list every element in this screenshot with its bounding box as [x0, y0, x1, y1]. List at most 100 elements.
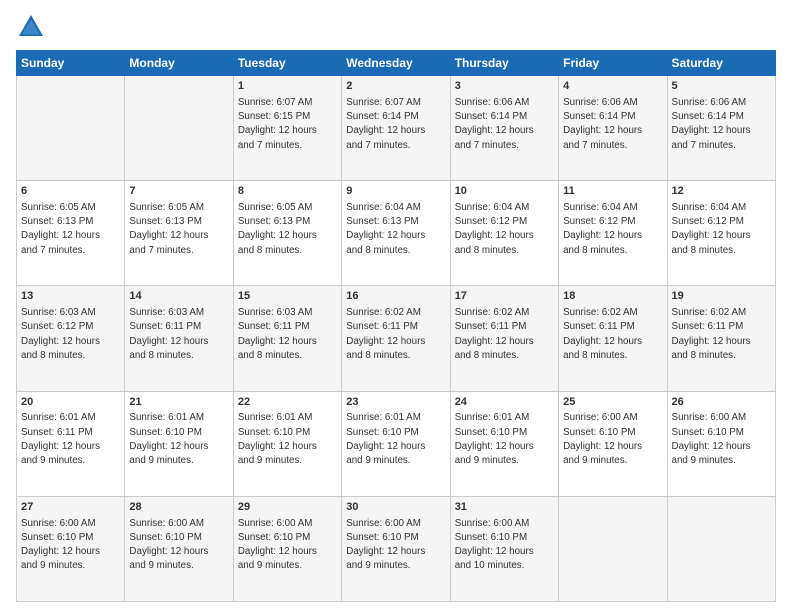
calendar-week-5: 27 Sunrise: 6:00 AM Sunset: 6:10 PM Dayli…: [17, 496, 776, 601]
calendar-cell: 12 Sunrise: 6:04 AM Sunset: 6:12 PM Dayli…: [667, 181, 775, 286]
calendar-cell: 3 Sunrise: 6:06 AM Sunset: 6:14 PM Daylig…: [450, 76, 558, 181]
calendar-cell: 20 Sunrise: 6:01 AM Sunset: 6:11 PM Dayli…: [17, 391, 125, 496]
day-number: 11: [563, 184, 662, 199]
day-info: Sunrise: 6:02 AM Sunset: 6:11 PM Dayligh…: [455, 307, 534, 361]
calendar-cell: 17 Sunrise: 6:02 AM Sunset: 6:11 PM Dayli…: [450, 286, 558, 391]
day-info: Sunrise: 6:03 AM Sunset: 6:11 PM Dayligh…: [129, 307, 208, 361]
day-number: 8: [238, 184, 337, 199]
calendar-header: SundayMondayTuesdayWednesdayThursdayFrid…: [17, 51, 776, 76]
day-number: 28: [129, 500, 228, 515]
day-number: 30: [346, 500, 445, 515]
day-header-saturday: Saturday: [667, 51, 775, 76]
day-info: Sunrise: 6:00 AM Sunset: 6:10 PM Dayligh…: [455, 518, 534, 572]
calendar-cell: [667, 496, 775, 601]
day-info: Sunrise: 6:01 AM Sunset: 6:11 PM Dayligh…: [21, 412, 100, 466]
day-info: Sunrise: 6:07 AM Sunset: 6:14 PM Dayligh…: [346, 97, 425, 151]
day-info: Sunrise: 6:06 AM Sunset: 6:14 PM Dayligh…: [672, 97, 751, 151]
day-header-friday: Friday: [559, 51, 667, 76]
day-number: 22: [238, 395, 337, 410]
day-number: 13: [21, 289, 120, 304]
day-info: Sunrise: 6:00 AM Sunset: 6:10 PM Dayligh…: [563, 412, 642, 466]
calendar-cell: [559, 496, 667, 601]
calendar-cell: 2 Sunrise: 6:07 AM Sunset: 6:14 PM Daylig…: [342, 76, 450, 181]
calendar-week-1: 1 Sunrise: 6:07 AM Sunset: 6:15 PM Daylig…: [17, 76, 776, 181]
day-number: 9: [346, 184, 445, 199]
calendar-week-4: 20 Sunrise: 6:01 AM Sunset: 6:11 PM Dayli…: [17, 391, 776, 496]
day-info: Sunrise: 6:05 AM Sunset: 6:13 PM Dayligh…: [21, 202, 100, 256]
calendar-cell: [17, 76, 125, 181]
calendar-cell: 26 Sunrise: 6:00 AM Sunset: 6:10 PM Dayli…: [667, 391, 775, 496]
calendar-cell: 7 Sunrise: 6:05 AM Sunset: 6:13 PM Daylig…: [125, 181, 233, 286]
calendar-cell: 13 Sunrise: 6:03 AM Sunset: 6:12 PM Dayli…: [17, 286, 125, 391]
calendar-cell: 6Sunrise: 6:05 AM Sunset: 6:13 PM Daylig…: [17, 181, 125, 286]
day-info: Sunrise: 6:06 AM Sunset: 6:14 PM Dayligh…: [455, 97, 534, 151]
day-info: Sunrise: 6:03 AM Sunset: 6:12 PM Dayligh…: [21, 307, 100, 361]
day-info: Sunrise: 6:02 AM Sunset: 6:11 PM Dayligh…: [346, 307, 425, 361]
day-number: 4: [563, 79, 662, 94]
day-number: 29: [238, 500, 337, 515]
day-number: 15: [238, 289, 337, 304]
day-info: Sunrise: 6:00 AM Sunset: 6:10 PM Dayligh…: [672, 412, 751, 466]
day-number: 12: [672, 184, 771, 199]
calendar-cell: 18 Sunrise: 6:02 AM Sunset: 6:11 PM Dayli…: [559, 286, 667, 391]
calendar-cell: 5 Sunrise: 6:06 AM Sunset: 6:14 PM Daylig…: [667, 76, 775, 181]
day-info: Sunrise: 6:00 AM Sunset: 6:10 PM Dayligh…: [129, 518, 208, 572]
day-number: 3: [455, 79, 554, 94]
day-info: Sunrise: 6:05 AM Sunset: 6:13 PM Dayligh…: [129, 202, 208, 256]
page: SundayMondayTuesdayWednesdayThursdayFrid…: [0, 0, 792, 612]
day-number: 26: [672, 395, 771, 410]
header: [16, 12, 776, 42]
calendar-cell: 25 Sunrise: 6:00 AM Sunset: 6:10 PM Dayli…: [559, 391, 667, 496]
day-number: 14: [129, 289, 228, 304]
calendar-cell: 11 Sunrise: 6:04 AM Sunset: 6:12 PM Dayli…: [559, 181, 667, 286]
day-info: Sunrise: 6:05 AM Sunset: 6:13 PM Dayligh…: [238, 202, 317, 256]
day-info: Sunrise: 6:00 AM Sunset: 6:10 PM Dayligh…: [238, 518, 317, 572]
day-number: 17: [455, 289, 554, 304]
calendar-cell: 9Sunrise: 6:04 AM Sunset: 6:13 PM Daylig…: [342, 181, 450, 286]
day-number: 23: [346, 395, 445, 410]
day-info: Sunrise: 6:02 AM Sunset: 6:11 PM Dayligh…: [672, 307, 751, 361]
day-info: Sunrise: 6:00 AM Sunset: 6:10 PM Dayligh…: [21, 518, 100, 572]
day-number: 2: [346, 79, 445, 94]
calendar-cell: 4 Sunrise: 6:06 AM Sunset: 6:14 PM Daylig…: [559, 76, 667, 181]
day-number: 21: [129, 395, 228, 410]
calendar-cell: 21 Sunrise: 6:01 AM Sunset: 6:10 PM Dayli…: [125, 391, 233, 496]
day-info: Sunrise: 6:04 AM Sunset: 6:12 PM Dayligh…: [455, 202, 534, 256]
day-number: 7: [129, 184, 228, 199]
calendar-cell: 10Sunrise: 6:04 AM Sunset: 6:12 PM Dayli…: [450, 181, 558, 286]
day-info: Sunrise: 6:01 AM Sunset: 6:10 PM Dayligh…: [455, 412, 534, 466]
day-info: Sunrise: 6:04 AM Sunset: 6:12 PM Dayligh…: [563, 202, 642, 256]
day-header-monday: Monday: [125, 51, 233, 76]
calendar-cell: 24 Sunrise: 6:01 AM Sunset: 6:10 PM Dayli…: [450, 391, 558, 496]
day-number: 27: [21, 500, 120, 515]
day-number: 25: [563, 395, 662, 410]
calendar-cell: 30Sunrise: 6:00 AM Sunset: 6:10 PM Dayli…: [342, 496, 450, 601]
calendar-cell: 14 Sunrise: 6:03 AM Sunset: 6:11 PM Dayli…: [125, 286, 233, 391]
day-info: Sunrise: 6:01 AM Sunset: 6:10 PM Dayligh…: [129, 412, 208, 466]
calendar-body: 1 Sunrise: 6:07 AM Sunset: 6:15 PM Daylig…: [17, 76, 776, 602]
day-number: 20: [21, 395, 120, 410]
calendar-week-3: 13 Sunrise: 6:03 AM Sunset: 6:12 PM Dayli…: [17, 286, 776, 391]
day-info: Sunrise: 6:04 AM Sunset: 6:12 PM Dayligh…: [672, 202, 751, 256]
day-header-wednesday: Wednesday: [342, 51, 450, 76]
day-info: Sunrise: 6:02 AM Sunset: 6:11 PM Dayligh…: [563, 307, 642, 361]
logo-icon: [16, 12, 46, 42]
calendar-cell: 28 Sunrise: 6:00 AM Sunset: 6:10 PM Dayli…: [125, 496, 233, 601]
calendar-cell: 8 Sunrise: 6:05 AM Sunset: 6:13 PM Daylig…: [233, 181, 341, 286]
calendar-cell: 16 Sunrise: 6:02 AM Sunset: 6:11 PM Dayli…: [342, 286, 450, 391]
day-number: 16: [346, 289, 445, 304]
day-info: Sunrise: 6:06 AM Sunset: 6:14 PM Dayligh…: [563, 97, 642, 151]
day-number: 19: [672, 289, 771, 304]
day-info: Sunrise: 6:01 AM Sunset: 6:10 PM Dayligh…: [346, 412, 425, 466]
day-number: 18: [563, 289, 662, 304]
day-number: 1: [238, 79, 337, 94]
day-info: Sunrise: 6:07 AM Sunset: 6:15 PM Dayligh…: [238, 97, 317, 151]
day-header-tuesday: Tuesday: [233, 51, 341, 76]
calendar-cell: 31Sunrise: 6:00 AM Sunset: 6:10 PM Dayli…: [450, 496, 558, 601]
day-number: 24: [455, 395, 554, 410]
day-header-row: SundayMondayTuesdayWednesdayThursdayFrid…: [17, 51, 776, 76]
calendar-cell: 19 Sunrise: 6:02 AM Sunset: 6:11 PM Dayli…: [667, 286, 775, 391]
day-info: Sunrise: 6:03 AM Sunset: 6:11 PM Dayligh…: [238, 307, 317, 361]
day-header-sunday: Sunday: [17, 51, 125, 76]
day-number: 5: [672, 79, 771, 94]
